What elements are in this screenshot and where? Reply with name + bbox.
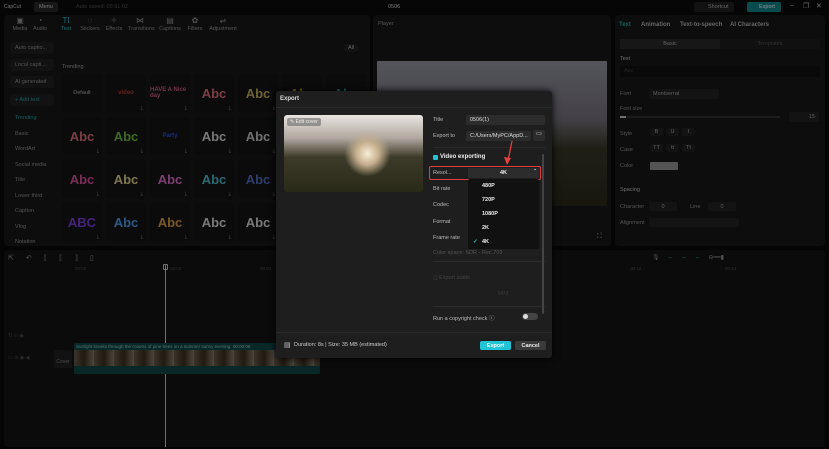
cancel-button[interactable]: Cancel	[515, 341, 546, 350]
cover-preview	[284, 115, 423, 192]
resolution-option-480P[interactable]: 480P	[482, 183, 495, 189]
folder-icon[interactable]: ▭	[533, 130, 545, 141]
framerate-label: Frame rate	[433, 235, 460, 241]
audio-format-select: MP3	[497, 291, 509, 297]
resolution-option-2K[interactable]: 2K	[482, 225, 489, 231]
film-icon: ▤	[284, 342, 291, 349]
format-label: Format	[433, 219, 451, 225]
dialog-scrollbar[interactable]	[542, 154, 544, 314]
red-arrow-annotation	[504, 140, 513, 165]
resolution-select[interactable]: 4K ˆ	[468, 168, 539, 178]
export-path-input[interactable]: C:/Users/MyPC/AppD...	[466, 131, 531, 141]
copyright-label: Run a copyright check ⓘ	[433, 316, 495, 322]
resolution-option-720P[interactable]: 720P	[482, 197, 495, 203]
divider	[433, 306, 545, 307]
export-info: Duration: 8s | Size: 35 MB (estimated)	[294, 342, 387, 348]
title-input[interactable]: 0506(1)	[466, 115, 545, 125]
dialog-title: Export	[280, 96, 300, 102]
chevron-up-icon: ˆ	[534, 169, 536, 175]
divider	[433, 147, 545, 148]
resolution-option-1080P[interactable]: 1080P	[482, 211, 498, 217]
title-label: Title	[433, 117, 444, 123]
resolution-dropdown	[468, 179, 539, 249]
video-export-checkbox[interactable]	[433, 155, 438, 160]
bitrate-label: Bit rate	[433, 186, 451, 192]
export-dialog: Export ✎ Edit cover Title 0506(1) Export…	[276, 91, 552, 358]
export-button[interactable]: Export	[480, 341, 511, 350]
resolution-option-4K[interactable]: ✓ 4K	[473, 239, 489, 245]
color-space-label: Color space: SDR - Rec.709	[433, 250, 503, 256]
copyright-toggle[interactable]	[522, 313, 538, 320]
check-icon: ✓	[473, 239, 478, 245]
divider	[276, 332, 552, 333]
divider	[433, 261, 545, 262]
divider	[276, 107, 552, 108]
edit-cover-button[interactable]: ✎ Edit cover	[287, 118, 321, 126]
video-exporting-label: Video exporting	[440, 154, 486, 160]
resolution-label: Resol...	[433, 170, 452, 176]
export-to-label: Export to	[433, 133, 456, 139]
export-audio-label[interactable]: ◻ Export audio	[433, 275, 470, 281]
codec-label: Codec	[433, 202, 449, 208]
